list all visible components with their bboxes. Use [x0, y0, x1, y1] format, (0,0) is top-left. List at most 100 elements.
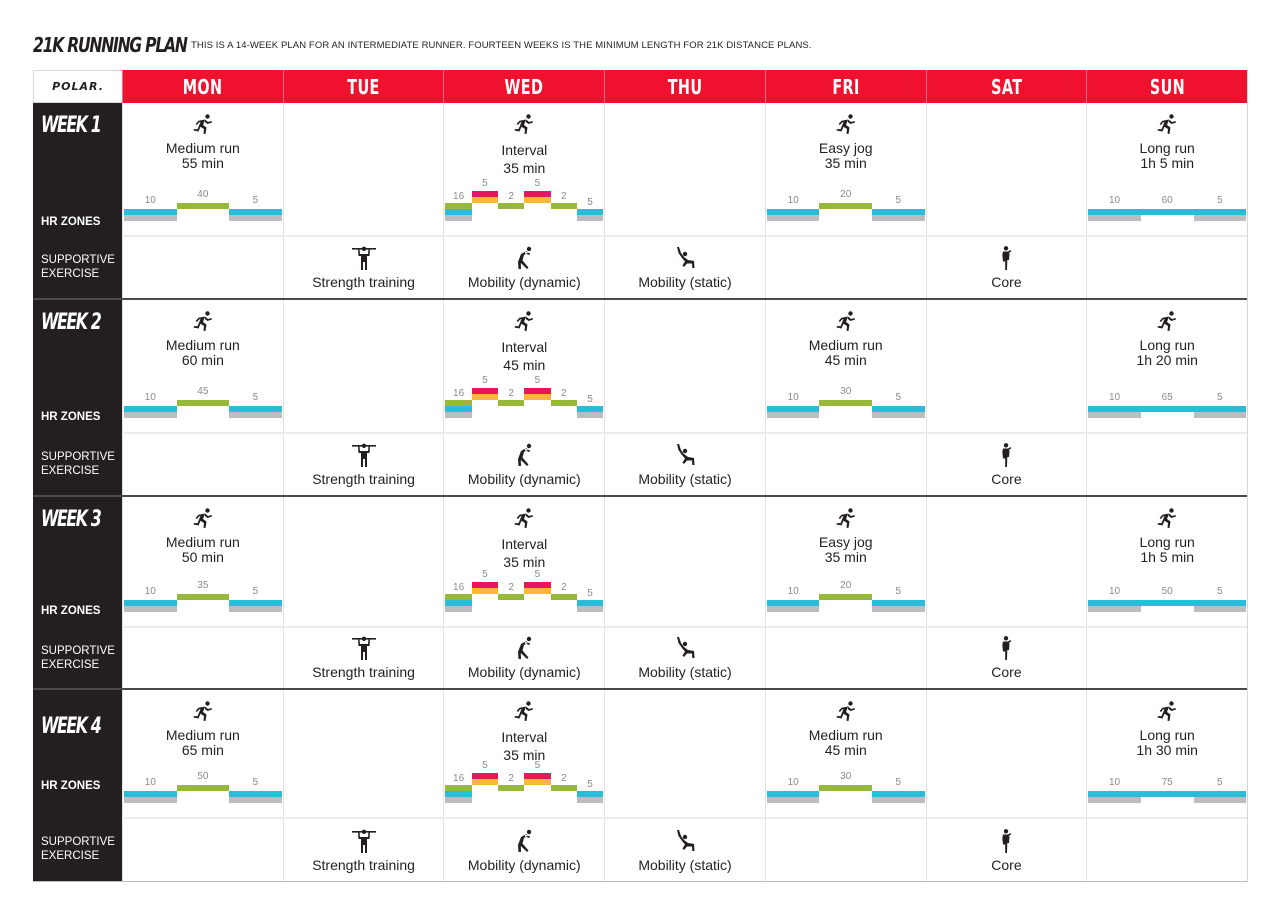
- supportive-cell-fri: [764, 434, 926, 495]
- session-cell-wed[interactable]: Interval 35 min 16 5 2 5 2 5: [443, 497, 604, 626]
- week-label: WEEK 4: [41, 714, 102, 739]
- mobility-static-icon: [673, 442, 697, 468]
- session-cell-sun[interactable]: Long run 1h 30 min 10 75 5: [1086, 690, 1247, 817]
- supportive-cell-wed[interactable]: Mobility (dynamic): [443, 819, 604, 881]
- core-icon: [994, 635, 1018, 661]
- session-cell-sun[interactable]: Long run 1h 5 min 10 60 5: [1086, 103, 1247, 235]
- session-duration: 45 min: [503, 357, 546, 373]
- session-cell-mon[interactable]: Medium run 65 min 10 50 5: [122, 690, 283, 817]
- session-cell-wed[interactable]: Interval 35 min 16 5 2 5 2 5: [443, 103, 604, 235]
- session-cell-fri[interactable]: Easy jog 35 min 10 20 5: [764, 497, 926, 626]
- hr-zones-label: HR ZONES: [41, 780, 101, 792]
- strength-training-icon: [351, 442, 376, 468]
- session-name: Long run: [1139, 337, 1195, 353]
- supportive-cell-thu[interactable]: Mobility (static): [604, 434, 765, 495]
- supportive-exercise-label: SUPPORTIVE EXERCISE: [41, 644, 115, 672]
- supportive-cell-tue[interactable]: Strength training: [282, 237, 444, 298]
- session-cell-fri[interactable]: Easy jog 35 min 10 20 5: [764, 103, 926, 235]
- zone-minutes-label: 2: [560, 773, 567, 784]
- supportive-cell-sun: [1086, 434, 1247, 495]
- week-label: WEEK 3: [41, 507, 102, 532]
- supportive-cell-thu[interactable]: Mobility (static): [604, 628, 765, 688]
- supportive-cell-tue[interactable]: Strength training: [282, 628, 444, 688]
- session-name: Interval: [501, 729, 548, 745]
- session-cell-mon[interactable]: Medium run 50 min 10 35 5: [122, 497, 283, 626]
- supportive-exercise-name: Core: [991, 664, 1022, 680]
- supportive-cell-thu[interactable]: Mobility (static): [604, 819, 765, 881]
- zone-minutes-label: 10: [144, 195, 156, 206]
- session-cell-wed[interactable]: Interval 45 min 16 5 2 5 2 5: [443, 300, 604, 432]
- hr-zone-bars: 10 50 5: [124, 767, 282, 807]
- session-activity: Interval 35 min: [444, 113, 604, 177]
- runner-icon: [834, 113, 858, 137]
- zone-bar-warmup-base: [124, 412, 177, 418]
- supportive-cell-sat[interactable]: Core: [925, 628, 1087, 688]
- session-name: Easy jog: [818, 140, 873, 156]
- supportive-cell-tue[interactable]: Strength training: [282, 819, 444, 881]
- supportive-cell-sat[interactable]: Core: [925, 237, 1087, 298]
- session-duration: 35 min: [824, 549, 867, 565]
- mobility-dynamic-icon: [512, 635, 536, 661]
- zone-bar-interval-z4: [471, 588, 498, 594]
- supportive-exercise: Strength training: [284, 828, 444, 873]
- session-activity: Medium run 50 min: [123, 507, 283, 565]
- supportive-cell-sun: [1086, 819, 1247, 881]
- supportive-cell-thu[interactable]: Mobility (static): [604, 237, 765, 298]
- zone-minutes-label: 5: [534, 375, 541, 386]
- zone-minutes-label: 10: [1109, 392, 1121, 403]
- hr-zone-bars: 16 5 2 5 2 5: [445, 760, 604, 807]
- supportive-cell-wed[interactable]: Mobility (dynamic): [443, 628, 604, 688]
- supportive-exercise-name: Mobility (dynamic): [467, 274, 581, 290]
- supportive-cell-sat[interactable]: Core: [925, 434, 1087, 495]
- zone-bar-recovery: [498, 203, 525, 209]
- supportive-cell-wed[interactable]: Mobility (dynamic): [443, 434, 604, 495]
- zone-bar-cooldown-base: [872, 606, 925, 612]
- zone-minutes-label: 60: [1161, 195, 1173, 206]
- supportive-exercise: Core: [927, 635, 1087, 680]
- brand-logo-cell: POLAR.: [33, 70, 122, 103]
- session-cell-sun[interactable]: Long run 1h 20 min 10 65 5: [1086, 300, 1247, 432]
- supportive-row: Strength training Mobility (dynamic) Mobil…: [122, 237, 1247, 298]
- supportive-cell-wed[interactable]: Mobility (dynamic): [443, 237, 604, 298]
- zone-bar-cooldown-base: [1193, 606, 1247, 612]
- zone-bar-main: [819, 400, 873, 406]
- supportive-cell-sat[interactable]: Core: [925, 819, 1087, 881]
- week-sidebar: WEEK 1 HR ZONES SUPPORTIVE EXERCISE: [33, 103, 122, 298]
- session-cell-fri[interactable]: Medium run 45 min 10 30 5: [764, 690, 926, 817]
- zone-minutes-label: 5: [534, 760, 541, 771]
- zone-bar-warmup-base: [1088, 412, 1141, 418]
- session-cell-mon[interactable]: Medium run 55 min 10 40 5: [122, 103, 283, 235]
- session-duration: 60 min: [181, 352, 224, 368]
- zone-minutes-label: 20: [840, 189, 852, 200]
- zone-minutes-label: 16: [453, 191, 465, 202]
- supportive-exercise: Mobility (dynamic): [444, 245, 604, 290]
- session-row: Medium run 50 min 10 35 5 Interval 35 min 16 5 2 5…: [122, 497, 1247, 628]
- zone-minutes-label: 5: [587, 394, 593, 405]
- session-duration: 1h 30 min: [1136, 742, 1198, 758]
- supportive-exercise: Mobility (static): [605, 442, 765, 487]
- zone-bar-interval-z4: [524, 779, 551, 785]
- mobility-static-icon: [673, 245, 697, 271]
- zone-bar-cooldown-base: [576, 215, 604, 221]
- supportive-cell-tue[interactable]: Strength training: [282, 434, 444, 495]
- supportive-exercise-name: Mobility (dynamic): [467, 664, 581, 680]
- zone-bar-cooldown-base: [229, 215, 282, 221]
- zone-minutes-label: 16: [453, 582, 465, 593]
- session-cell-wed[interactable]: Interval 35 min 16 5 2 5 2 5: [443, 690, 604, 817]
- zone-bar-cooldown-base: [872, 412, 925, 418]
- session-cell-sun[interactable]: Long run 1h 5 min 10 50 5: [1086, 497, 1247, 626]
- zone-minutes-label: 5: [252, 586, 259, 597]
- hr-zone-bars: 10 30 5: [766, 382, 925, 422]
- session-cell-mon[interactable]: Medium run 60 min 10 45 5: [122, 300, 283, 432]
- supportive-cell-mon: [122, 819, 283, 881]
- zone-minutes-label: 5: [534, 569, 541, 580]
- runner-icon: [512, 507, 536, 531]
- session-cell-fri[interactable]: Medium run 45 min 10 30 5: [764, 300, 926, 432]
- session-name: Interval: [501, 536, 548, 552]
- hr-zone-bars: 10 60 5: [1088, 185, 1247, 225]
- zone-bar-main: [819, 785, 873, 791]
- zone-bar-interval-z4: [471, 197, 498, 203]
- supportive-exercise: Core: [927, 442, 1087, 487]
- session-cell-sat: [925, 103, 1087, 235]
- week-label: WEEK 1: [41, 113, 102, 138]
